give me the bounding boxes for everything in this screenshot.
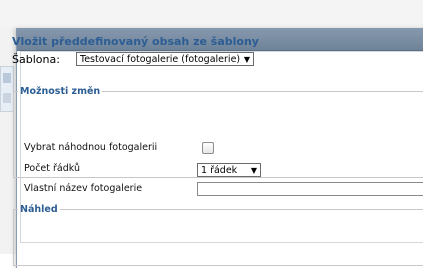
custom-name-input[interactable] — [197, 182, 423, 196]
copy-icon — [3, 93, 11, 103]
random-gallery-checkbox[interactable] — [202, 142, 214, 154]
random-gallery-label: Vybrat náhodnou fotogalerii — [24, 142, 158, 153]
template-select[interactable]: Testovací fotogalerie (fotogalerie) ▼ — [76, 52, 254, 66]
chevron-down-icon: ▼ — [250, 166, 257, 175]
preview-group: Náhled — [13, 204, 423, 266]
background-toolbar-strip — [0, 0, 423, 28]
background-toolbar-buttons — [0, 66, 14, 112]
row-count-value: 1 řádek — [201, 165, 238, 176]
chevron-down-icon: ▼ — [243, 55, 250, 64]
paste-icon — [3, 73, 11, 83]
dialog-heading: Vložit předdefinovaný obsah ze šablony — [12, 35, 259, 48]
custom-name-label: Vlastní název fotogalerie — [24, 183, 143, 194]
template-label: Šablona: — [12, 53, 60, 66]
preview-legend: Náhled — [20, 204, 58, 215]
row-count-select[interactable]: 1 řádek ▼ — [197, 163, 261, 177]
template-select-value: Testovací fotogalerie (fotogalerie) — [80, 54, 241, 65]
change-options-legend: Možnosti změn — [20, 86, 101, 97]
row-count-label: Počet řádků — [24, 163, 81, 174]
